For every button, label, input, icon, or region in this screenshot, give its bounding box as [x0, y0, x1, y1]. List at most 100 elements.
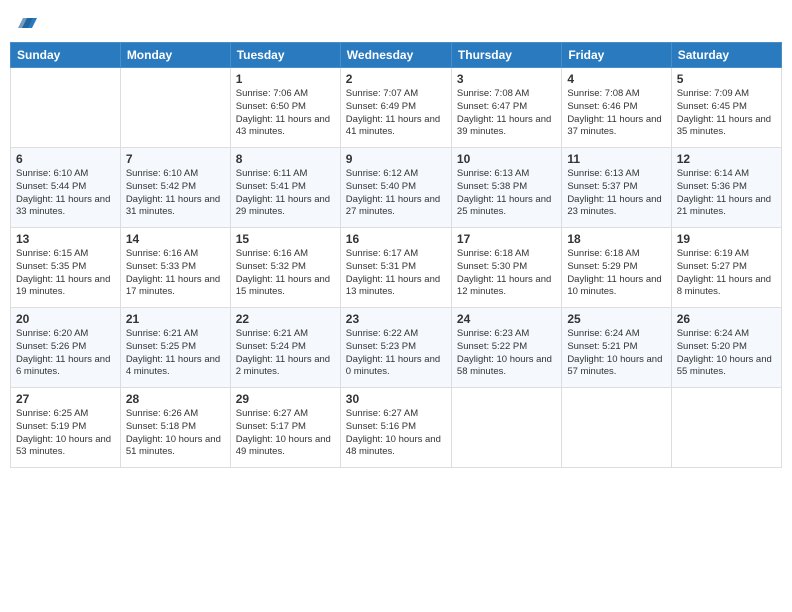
day-number: 15 [236, 232, 335, 246]
day-number: 21 [126, 312, 225, 326]
day-number: 9 [346, 152, 446, 166]
cell-content: Sunrise: 7:08 AM Sunset: 6:46 PM Dayligh… [567, 88, 665, 139]
calendar-cell: 7 Sunrise: 6:10 AM Sunset: 5:42 PM Daylig… [120, 148, 230, 228]
week-row-2: 6Sunrise: 6:10 AM Sunset: 5:44 PM Daylig… [11, 148, 782, 228]
logo [16, 14, 40, 30]
calendar-cell: 14 Sunrise: 6:16 AM Sunset: 5:33 PM Dayli… [120, 228, 230, 308]
cell-content: Sunrise: 7:09 AM Sunset: 6:45 PM Dayligh… [677, 88, 776, 139]
day-number: 17 [457, 232, 556, 246]
page-header [10, 10, 782, 34]
day-number: 24 [457, 312, 556, 326]
calendar-cell: 4 Sunrise: 7:08 AM Sunset: 6:46 PM Daylig… [562, 68, 671, 148]
cell-content: Sunrise: 6:14 AM Sunset: 5:36 PM Dayligh… [677, 168, 776, 219]
day-number: 25 [567, 312, 665, 326]
cell-content: Sunrise: 6:27 AM Sunset: 5:17 PM Dayligh… [236, 408, 335, 459]
cell-content: Sunrise: 6:25 AM Sunset: 5:19 PM Dayligh… [16, 408, 115, 459]
cell-content: Sunrise: 6:26 AM Sunset: 5:18 PM Dayligh… [126, 408, 225, 459]
logo-icon [18, 14, 38, 30]
calendar-cell: 16 Sunrise: 6:17 AM Sunset: 5:31 PM Dayli… [340, 228, 451, 308]
week-row-1: 1Sunrise: 7:06 AM Sunset: 6:50 PM Daylig… [11, 68, 782, 148]
calendar-cell: 10 Sunrise: 6:13 AM Sunset: 5:38 PM Dayli… [451, 148, 561, 228]
calendar-cell: 5 Sunrise: 7:09 AM Sunset: 6:45 PM Daylig… [671, 68, 781, 148]
calendar-cell: 19Sunrise: 6:19 AM Sunset: 5:27 PM Dayli… [671, 228, 781, 308]
cell-content: Sunrise: 6:22 AM Sunset: 5:23 PM Dayligh… [346, 328, 446, 379]
cell-content: Sunrise: 6:16 AM Sunset: 5:33 PM Dayligh… [126, 248, 225, 299]
calendar-cell [11, 68, 121, 148]
day-number: 7 [126, 152, 225, 166]
day-number: 28 [126, 392, 225, 406]
cell-content: Sunrise: 6:24 AM Sunset: 5:21 PM Dayligh… [567, 328, 665, 379]
cell-content: Sunrise: 6:16 AM Sunset: 5:32 PM Dayligh… [236, 248, 335, 299]
calendar-cell: 27 Sunrise: 6:25 AM Sunset: 5:19 PM Dayli… [11, 388, 121, 468]
column-header-tuesday: Tuesday [230, 43, 340, 68]
week-row-5: 27 Sunrise: 6:25 AM Sunset: 5:19 PM Dayli… [11, 388, 782, 468]
day-number: 14 [126, 232, 225, 246]
day-number: 4 [567, 72, 665, 86]
cell-content: Sunrise: 6:15 AM Sunset: 5:35 PM Dayligh… [16, 248, 115, 299]
day-number: 23 [346, 312, 446, 326]
day-number: 18 [567, 232, 665, 246]
day-number: 29 [236, 392, 335, 406]
cell-content: Sunrise: 6:13 AM Sunset: 5:37 PM Dayligh… [567, 168, 665, 219]
calendar-cell [671, 388, 781, 468]
cell-content: Sunrise: 6:11 AM Sunset: 5:41 PM Dayligh… [236, 168, 335, 219]
day-number: 22 [236, 312, 335, 326]
day-number: 30 [346, 392, 446, 406]
calendar-cell: 25 Sunrise: 6:24 AM Sunset: 5:21 PM Dayli… [562, 308, 671, 388]
day-number: 1 [236, 72, 335, 86]
day-number: 13 [16, 232, 115, 246]
cell-content: Sunrise: 6:27 AM Sunset: 5:16 PM Dayligh… [346, 408, 446, 459]
calendar-cell: 13 Sunrise: 6:15 AM Sunset: 5:35 PM Dayli… [11, 228, 121, 308]
calendar-cell: 23 Sunrise: 6:22 AM Sunset: 5:23 PM Dayli… [340, 308, 451, 388]
day-number: 8 [236, 152, 335, 166]
calendar-cell: 11 Sunrise: 6:13 AM Sunset: 5:37 PM Dayli… [562, 148, 671, 228]
calendar-cell: 15 Sunrise: 6:16 AM Sunset: 5:32 PM Dayli… [230, 228, 340, 308]
calendar-cell: 26Sunrise: 6:24 AM Sunset: 5:20 PM Dayli… [671, 308, 781, 388]
day-number: 6 [16, 152, 115, 166]
week-row-3: 13 Sunrise: 6:15 AM Sunset: 5:35 PM Dayli… [11, 228, 782, 308]
calendar-cell: 12 Sunrise: 6:14 AM Sunset: 5:36 PM Dayli… [671, 148, 781, 228]
calendar-cell: 9 Sunrise: 6:12 AM Sunset: 5:40 PM Daylig… [340, 148, 451, 228]
calendar-cell: 24 Sunrise: 6:23 AM Sunset: 5:22 PM Dayli… [451, 308, 561, 388]
calendar-cell [562, 388, 671, 468]
calendar-cell: 30 Sunrise: 6:27 AM Sunset: 5:16 PM Dayli… [340, 388, 451, 468]
cell-content: Sunrise: 6:13 AM Sunset: 5:38 PM Dayligh… [457, 168, 556, 219]
cell-content: Sunrise: 6:23 AM Sunset: 5:22 PM Dayligh… [457, 328, 556, 379]
calendar-table: SundayMondayTuesdayWednesdayThursdayFrid… [10, 42, 782, 468]
calendar-cell: 29 Sunrise: 6:27 AM Sunset: 5:17 PM Dayli… [230, 388, 340, 468]
cell-content: Sunrise: 6:12 AM Sunset: 5:40 PM Dayligh… [346, 168, 446, 219]
column-header-thursday: Thursday [451, 43, 561, 68]
calendar-header: SundayMondayTuesdayWednesdayThursdayFrid… [11, 43, 782, 68]
calendar-cell: 1Sunrise: 7:06 AM Sunset: 6:50 PM Daylig… [230, 68, 340, 148]
cell-content: Sunrise: 7:07 AM Sunset: 6:49 PM Dayligh… [346, 88, 446, 139]
calendar-cell: 6Sunrise: 6:10 AM Sunset: 5:44 PM Daylig… [11, 148, 121, 228]
day-number: 11 [567, 152, 665, 166]
day-number: 26 [677, 312, 776, 326]
day-number: 3 [457, 72, 556, 86]
calendar-cell: 21 Sunrise: 6:21 AM Sunset: 5:25 PM Dayli… [120, 308, 230, 388]
column-header-sunday: Sunday [11, 43, 121, 68]
calendar-cell: 8 Sunrise: 6:11 AM Sunset: 5:41 PM Daylig… [230, 148, 340, 228]
day-number: 5 [677, 72, 776, 86]
cell-content: Sunrise: 7:08 AM Sunset: 6:47 PM Dayligh… [457, 88, 556, 139]
day-number: 12 [677, 152, 776, 166]
day-number: 19 [677, 232, 776, 246]
calendar-cell: 18 Sunrise: 6:18 AM Sunset: 5:29 PM Dayli… [562, 228, 671, 308]
day-number: 10 [457, 152, 556, 166]
day-number: 2 [346, 72, 446, 86]
day-number: 27 [16, 392, 115, 406]
cell-content: Sunrise: 6:17 AM Sunset: 5:31 PM Dayligh… [346, 248, 446, 299]
cell-content: Sunrise: 6:18 AM Sunset: 5:29 PM Dayligh… [567, 248, 665, 299]
cell-content: Sunrise: 6:18 AM Sunset: 5:30 PM Dayligh… [457, 248, 556, 299]
cell-content: Sunrise: 6:21 AM Sunset: 5:25 PM Dayligh… [126, 328, 225, 379]
calendar-cell: 20 Sunrise: 6:20 AM Sunset: 5:26 PM Dayli… [11, 308, 121, 388]
calendar-cell: 28 Sunrise: 6:26 AM Sunset: 5:18 PM Dayli… [120, 388, 230, 468]
calendar-cell: 17 Sunrise: 6:18 AM Sunset: 5:30 PM Dayli… [451, 228, 561, 308]
cell-content: Sunrise: 6:21 AM Sunset: 5:24 PM Dayligh… [236, 328, 335, 379]
calendar-cell [120, 68, 230, 148]
day-number: 20 [16, 312, 115, 326]
cell-content: Sunrise: 6:10 AM Sunset: 5:42 PM Dayligh… [126, 168, 225, 219]
cell-content: Sunrise: 6:20 AM Sunset: 5:26 PM Dayligh… [16, 328, 115, 379]
day-number: 16 [346, 232, 446, 246]
week-row-4: 20 Sunrise: 6:20 AM Sunset: 5:26 PM Dayli… [11, 308, 782, 388]
